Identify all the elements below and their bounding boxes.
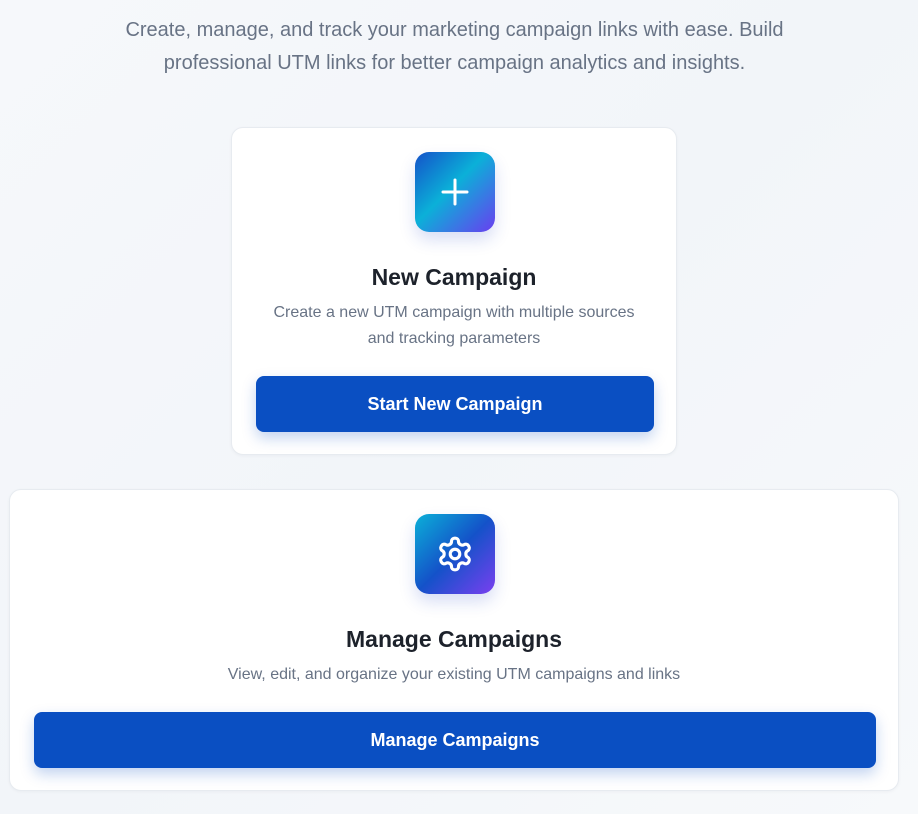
manage-campaigns-button[interactable]: Manage Campaigns: [34, 712, 876, 768]
manage-campaigns-title: Manage Campaigns: [346, 626, 562, 652]
new-campaign-title: New Campaign: [371, 264, 537, 290]
new-campaign-card: New Campaign Create a new UTM campaign w…: [231, 127, 677, 455]
gear-icon: [415, 514, 495, 594]
manage-campaigns-card: Manage Campaigns View, edit, and organiz…: [9, 489, 899, 791]
plus-icon: [415, 152, 495, 232]
intro-text: Create, manage, and track your marketing…: [125, 19, 784, 74]
new-campaign-description: Create a new UTM campaign with multiple …: [273, 304, 635, 347]
manage-campaigns-description: View, edit, and organize your existing U…: [227, 666, 681, 683]
start-new-campaign-button[interactable]: Start New Campaign: [256, 376, 654, 432]
